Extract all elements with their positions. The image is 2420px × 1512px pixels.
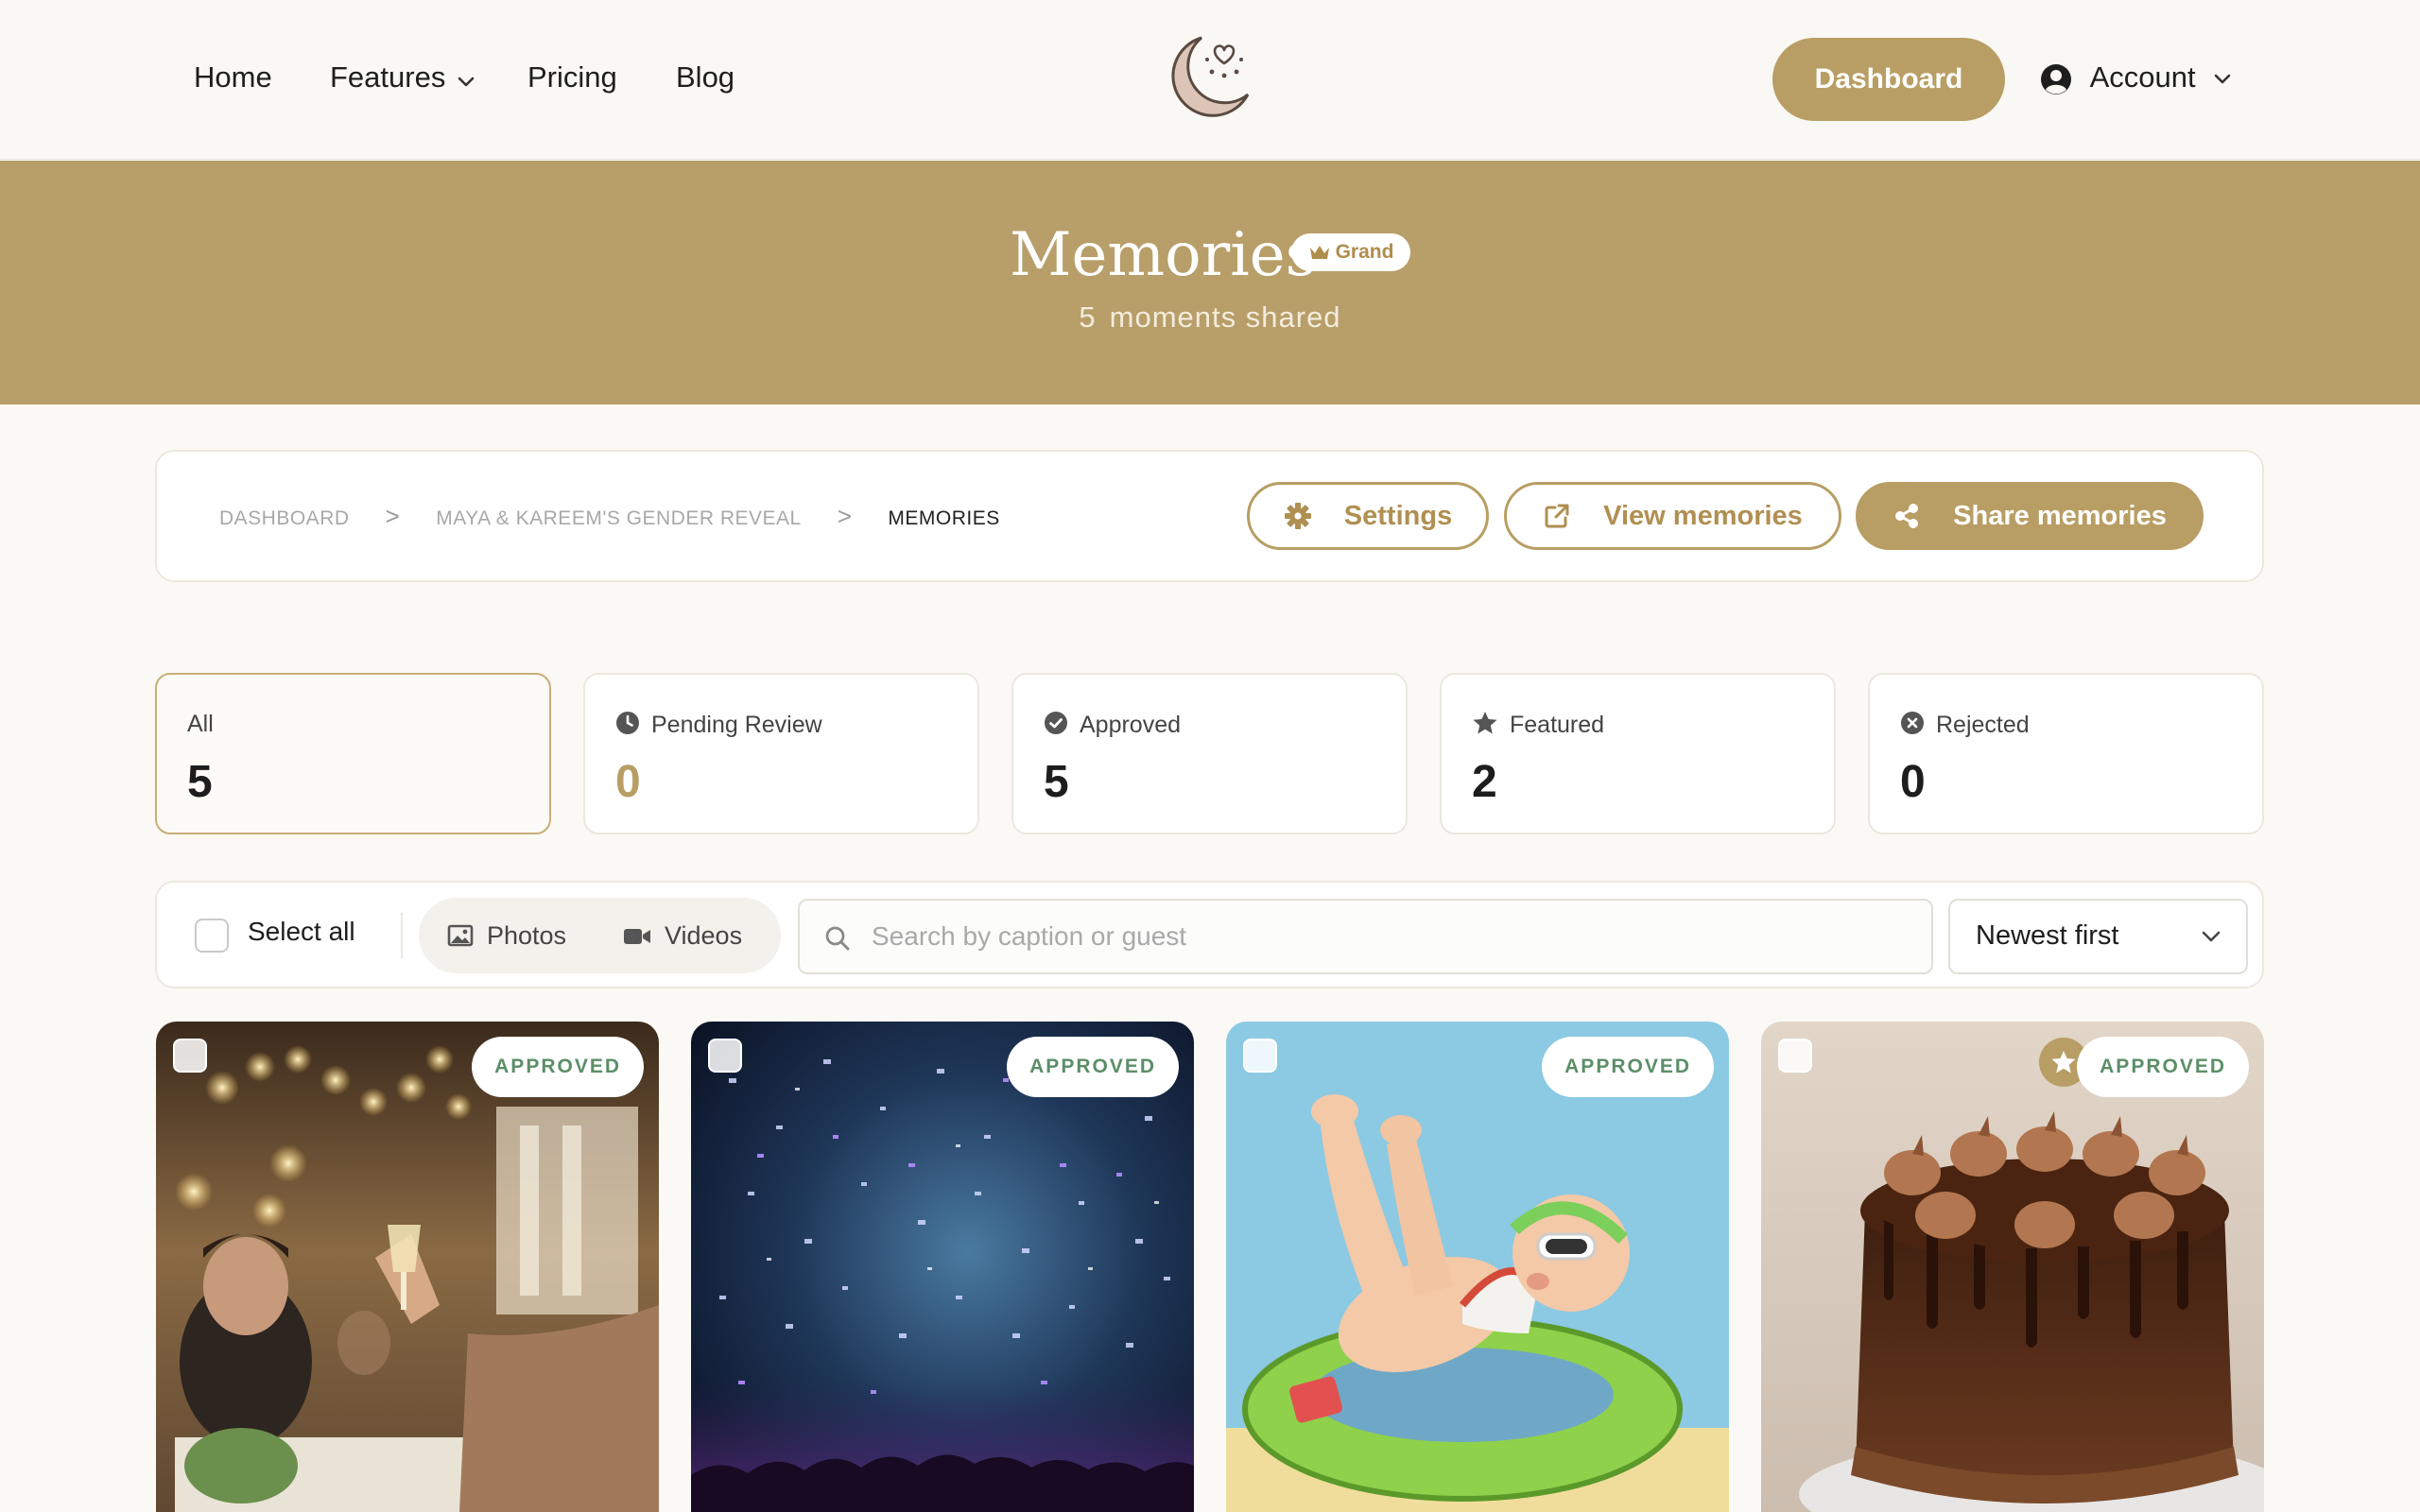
stat-label: Pending Review bbox=[651, 712, 822, 738]
stat-card-rejected[interactable]: Rejected 0 bbox=[1868, 673, 2264, 834]
dashboard-button[interactable]: Dashboard bbox=[1772, 38, 2005, 121]
chevron-down-icon bbox=[457, 59, 475, 100]
plan-tier-label: Grand bbox=[1335, 241, 1394, 263]
gear-icon bbox=[1284, 503, 1311, 529]
video-camera-icon bbox=[624, 929, 650, 944]
filter-photos[interactable]: Photos bbox=[447, 898, 566, 973]
clock-icon bbox=[616, 712, 639, 734]
hero-banner: Memories Grand 5 moments shared bbox=[0, 161, 2420, 404]
media-card[interactable]: APPROVED bbox=[156, 1022, 659, 1512]
media-select-checkbox[interactable] bbox=[1778, 1039, 1812, 1073]
moments-count-suffix: moments shared bbox=[1109, 301, 1341, 334]
media-card[interactable]: APPROVED bbox=[1226, 1022, 1729, 1512]
media-card[interactable]: APPROVED bbox=[1761, 1022, 2264, 1512]
status-badge: APPROVED bbox=[2077, 1037, 2249, 1097]
stat-label: Featured bbox=[1510, 712, 1605, 738]
share-icon bbox=[1895, 504, 1919, 528]
nav-features-label: Features bbox=[330, 60, 446, 94]
nav-home[interactable]: Home bbox=[194, 57, 272, 98]
sort-select-value: Newest first bbox=[1976, 920, 2119, 951]
check-circle-icon bbox=[1045, 712, 1067, 734]
share-memories-label: Share memories bbox=[1953, 500, 2167, 531]
stat-label: All bbox=[187, 711, 214, 737]
nav-blog[interactable]: Blog bbox=[676, 57, 735, 98]
select-all-checkbox[interactable] bbox=[195, 919, 229, 953]
stat-card-approved[interactable]: Approved 5 bbox=[1011, 673, 1408, 834]
breadcrumb-toolbar: Dashboard > Maya & Kareem's Gender Reveal >… bbox=[155, 450, 2264, 582]
stat-label-wrap: Pending Review bbox=[615, 711, 822, 739]
stat-value: 2 bbox=[1472, 757, 1497, 807]
page-title: Memories bbox=[1010, 220, 1317, 290]
nav-features[interactable]: Features bbox=[330, 57, 475, 98]
stat-card-all[interactable]: All 5 bbox=[155, 673, 551, 834]
media-select-checkbox[interactable] bbox=[173, 1039, 207, 1073]
divider bbox=[401, 913, 403, 958]
breadcrumb-current: Memories bbox=[888, 507, 1000, 529]
chevron-down-icon bbox=[2214, 74, 2231, 84]
x-circle-icon bbox=[1901, 712, 1924, 734]
breadcrumb: Dashboard > Maya & Kareem's Gender Reveal >… bbox=[219, 452, 1000, 580]
moon-heart-logo[interactable] bbox=[1158, 28, 1257, 128]
top-navigation: Home Features Pricing Blog Dashboard Acc… bbox=[0, 0, 2420, 160]
filter-videos-label: Videos bbox=[665, 921, 743, 950]
external-link-icon bbox=[1545, 504, 1569, 528]
account-label: Account bbox=[2089, 60, 2196, 94]
plan-tier-badge: Grand bbox=[1291, 233, 1410, 271]
select-all-label[interactable]: Select all bbox=[248, 917, 355, 947]
image-icon bbox=[447, 924, 474, 947]
crown-icon bbox=[1309, 246, 1329, 259]
filter-videos[interactable]: Videos bbox=[623, 898, 742, 973]
media-select-checkbox[interactable] bbox=[1243, 1039, 1277, 1073]
stat-label: Approved bbox=[1080, 712, 1182, 738]
chevron-down-icon bbox=[2202, 931, 2221, 942]
moments-count-number: 5 bbox=[1079, 301, 1097, 334]
sort-select[interactable]: Newest first bbox=[1948, 899, 2248, 974]
star-icon bbox=[1473, 712, 1497, 734]
nav-pricing[interactable]: Pricing bbox=[527, 57, 617, 98]
status-badge: APPROVED bbox=[472, 1037, 644, 1097]
search-icon bbox=[825, 926, 850, 951]
view-memories-label: View memories bbox=[1603, 500, 1803, 531]
settings-button[interactable]: Settings bbox=[1247, 482, 1489, 550]
breadcrumb-event[interactable]: Maya & Kareem's Gender Reveal bbox=[436, 507, 802, 529]
media-select-checkbox[interactable] bbox=[708, 1039, 742, 1073]
account-menu[interactable]: Account bbox=[2040, 57, 2232, 98]
star-icon bbox=[2051, 1051, 2076, 1074]
stat-label-wrap: Approved bbox=[1044, 711, 1181, 739]
stat-card-featured[interactable]: Featured 2 bbox=[1440, 673, 1836, 834]
stat-label: Rejected bbox=[1936, 712, 2030, 738]
media-card[interactable]: APPROVED bbox=[691, 1022, 1194, 1512]
settings-label: Settings bbox=[1343, 500, 1453, 531]
stat-label-wrap: Featured bbox=[1472, 711, 1604, 739]
search-input[interactable] bbox=[872, 910, 1911, 963]
stat-value: 5 bbox=[187, 757, 213, 807]
status-badge: APPROVED bbox=[1007, 1037, 1179, 1097]
stat-value: 0 bbox=[1900, 757, 1926, 807]
stat-card-pending[interactable]: Pending Review 0 bbox=[583, 673, 979, 834]
search-field bbox=[798, 899, 1933, 974]
status-badge: APPROVED bbox=[1542, 1037, 1714, 1097]
breadcrumb-separator: > bbox=[837, 502, 853, 530]
stat-label-wrap: Rejected bbox=[1900, 711, 2030, 739]
moments-count: 5 moments shared bbox=[0, 301, 2420, 335]
breadcrumb-separator: > bbox=[385, 502, 401, 530]
view-memories-button[interactable]: View memories bbox=[1504, 482, 1841, 550]
stat-value: 5 bbox=[1044, 757, 1069, 807]
filter-photos-label: Photos bbox=[487, 921, 567, 950]
breadcrumb-dashboard[interactable]: Dashboard bbox=[219, 507, 350, 529]
stat-value: 0 bbox=[615, 757, 641, 807]
media-type-toggle: Photos Videos bbox=[419, 898, 781, 973]
user-circle-icon bbox=[2041, 63, 2071, 94]
filter-bar: Select all Photos Videos Newest first bbox=[155, 881, 2264, 988]
share-memories-button[interactable]: Share memories bbox=[1856, 482, 2204, 550]
